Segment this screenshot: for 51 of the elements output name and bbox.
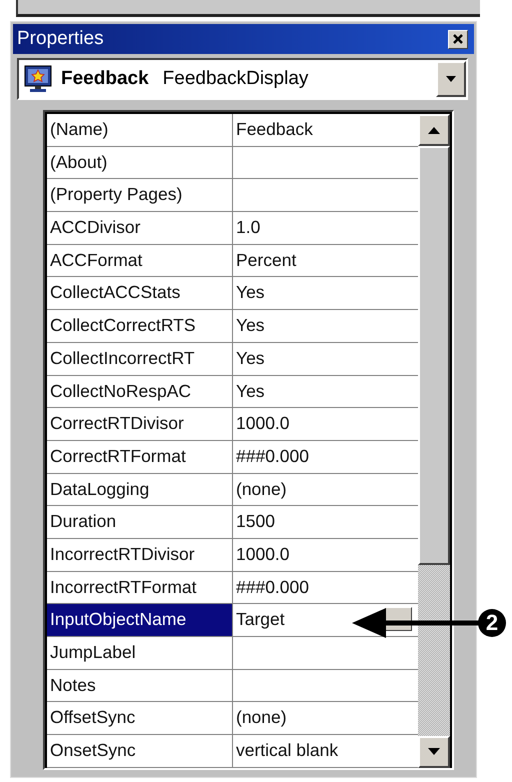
property-name[interactable]: ACCFormat (47, 244, 233, 276)
property-name[interactable]: Notes (47, 670, 233, 702)
monitor-star-icon (23, 64, 53, 94)
property-name[interactable]: (About) (47, 146, 233, 178)
property-value[interactable]: vertical blank (233, 735, 418, 767)
property-value[interactable]: (none) (233, 702, 418, 734)
object-name: Feedback (61, 68, 149, 90)
property-value[interactable]: ###0.000 (233, 440, 418, 473)
object-type: FeedbackDisplay (162, 68, 308, 90)
property-name[interactable]: (Property Pages) (47, 179, 233, 212)
up-arrow-icon (428, 126, 440, 134)
caret-icon (446, 76, 456, 82)
property-value[interactable]: Feedback (233, 114, 418, 146)
property-value[interactable]: (none) (233, 474, 418, 506)
scrollbar[interactable] (418, 112, 452, 768)
property-value[interactable]: Yes (233, 342, 418, 374)
property-value[interactable]: Yes (233, 277, 418, 310)
property-name[interactable]: CorrectRTFormat (47, 440, 233, 473)
property-name[interactable]: InputObjectName (47, 604, 233, 636)
close-icon (452, 33, 464, 45)
property-value[interactable]: Yes (233, 310, 418, 342)
dropdown-button[interactable] (436, 61, 466, 97)
scroll-thumb[interactable] (418, 146, 450, 565)
property-name[interactable]: IncorrectRTFormat (47, 572, 233, 604)
window-title: Properties (17, 28, 105, 50)
callout-number: 2 (478, 609, 506, 637)
property-value[interactable]: ###0.000 (233, 572, 418, 604)
property-name[interactable]: CollectNoRespAC (47, 376, 233, 408)
property-value[interactable]: Yes (233, 376, 418, 408)
property-value[interactable]: 1000.0 (233, 538, 418, 571)
property-name[interactable]: IncorrectRTDivisor (47, 538, 233, 571)
property-name[interactable]: (Name) (47, 114, 233, 146)
property-name[interactable]: CollectIncorrectRT (47, 342, 233, 374)
property-name[interactable]: OffsetSync (47, 702, 233, 734)
property-name[interactable]: Duration (47, 506, 233, 538)
property-value[interactable]: 1.0 (233, 212, 418, 244)
property-name[interactable]: ACCDivisor (47, 212, 233, 244)
property-name[interactable]: CollectACCStats (47, 277, 233, 310)
scroll-up-button[interactable] (418, 114, 450, 146)
object-dropdown[interactable]: Feedback FeedbackDisplay (17, 58, 468, 100)
property-name[interactable]: OnsetSync (47, 735, 233, 767)
property-value[interactable]: 1500 (233, 506, 418, 538)
down-arrow-icon (428, 748, 440, 756)
scroll-down-button[interactable] (418, 736, 450, 768)
property-name[interactable]: JumpLabel (47, 637, 233, 669)
property-value[interactable]: 1000.0 (233, 408, 418, 440)
property-name[interactable]: CollectCorrectRTS (47, 310, 233, 342)
property-name[interactable]: DataLogging (47, 474, 233, 506)
property-value[interactable]: Percent (233, 244, 418, 276)
property-name[interactable]: CorrectRTDivisor (47, 408, 233, 440)
close-button[interactable] (448, 30, 468, 48)
